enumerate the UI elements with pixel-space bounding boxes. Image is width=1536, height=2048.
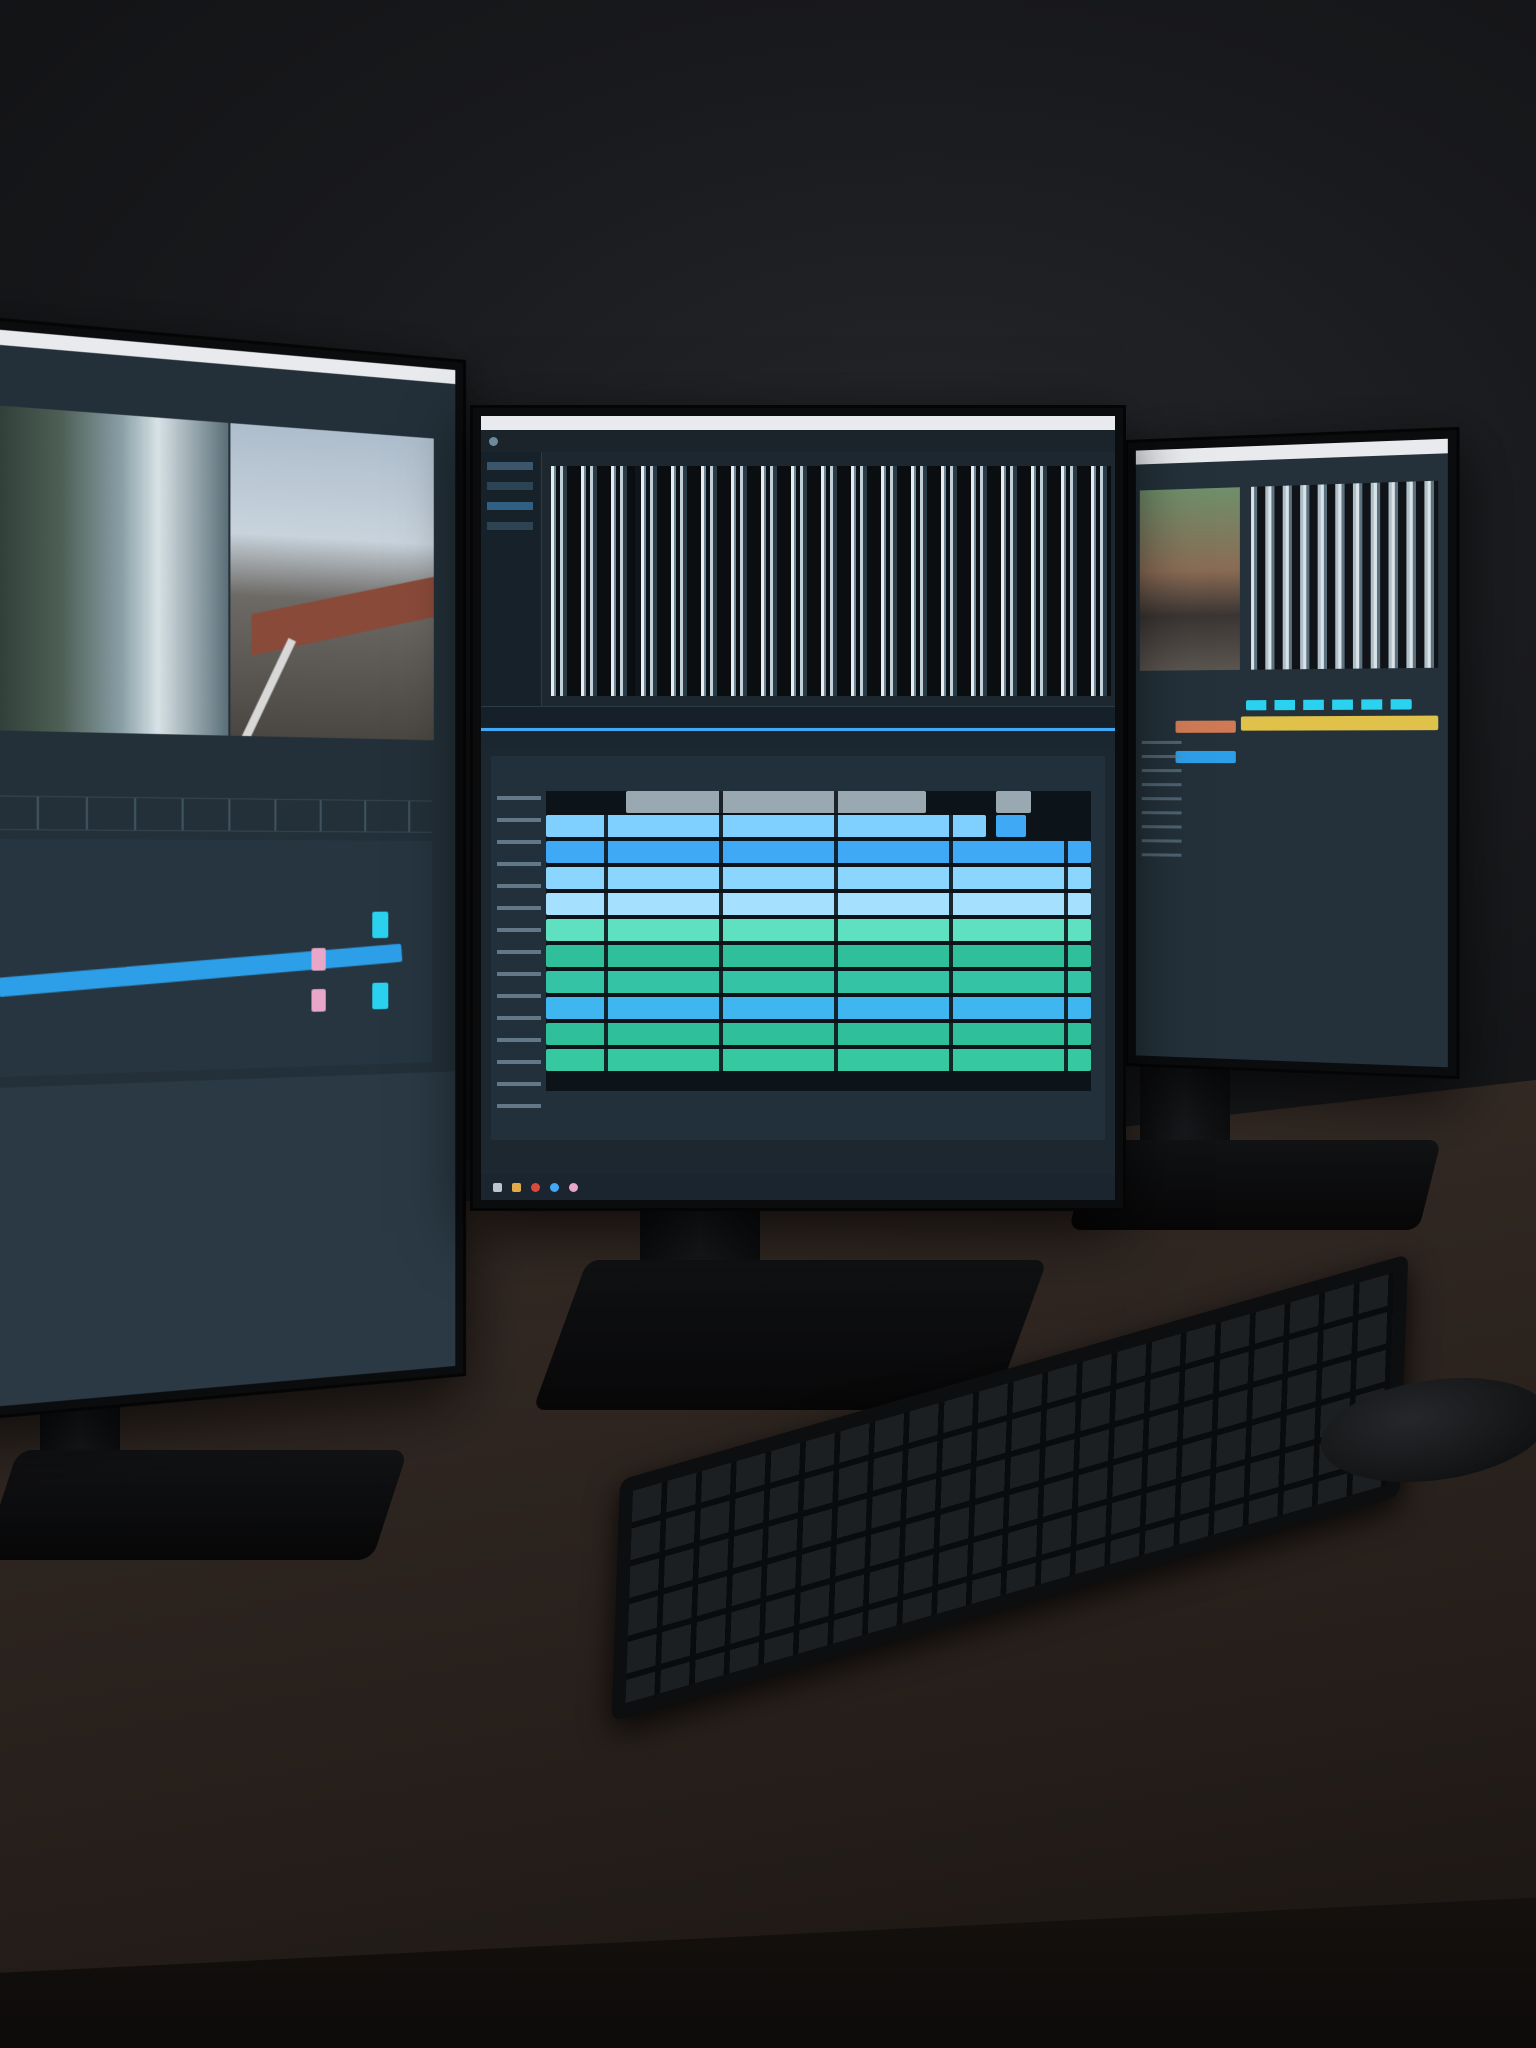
center-menubar [481, 430, 1115, 452]
right-yellow-clip[interactable] [1241, 716, 1438, 731]
side-panel-row[interactable] [487, 462, 533, 470]
left-preview-road-line [236, 638, 296, 740]
side-panel-row[interactable] [487, 482, 533, 490]
taskbar-app-icon[interactable] [569, 1183, 578, 1192]
left-bottom-panel [0, 1071, 455, 1410]
left-cyan-marker-2[interactable] [372, 983, 388, 1010]
right-orange-clip[interactable] [1176, 721, 1236, 733]
app-logo-icon [489, 437, 498, 446]
right-monitor-screen [1136, 439, 1448, 1068]
center-titlebar [481, 416, 1115, 430]
center-taskbar [481, 1174, 1115, 1200]
left-monitor-screen [0, 326, 455, 1411]
center-viewer-footer [481, 706, 1115, 727]
center-timeline-toolbar [481, 732, 1115, 750]
center-viewer-stripes [551, 466, 1111, 696]
taskbar-folder-icon[interactable] [512, 1183, 521, 1192]
left-pink-marker-2[interactable] [311, 989, 325, 1012]
taskbar-app-icon[interactable] [550, 1183, 559, 1192]
side-panel-row[interactable] [487, 522, 533, 530]
center-accent-line [481, 728, 1115, 731]
left-preview-fence [251, 577, 433, 656]
timeline-clips [546, 791, 1091, 1091]
timeline-gaps [546, 791, 1091, 1091]
left-preview-road [230, 423, 433, 740]
left-cyan-marker-1[interactable] [372, 912, 388, 939]
center-timeline-panel [491, 756, 1105, 1140]
right-preview-people [1140, 487, 1240, 671]
timeline-track-labels [497, 796, 541, 1116]
taskbar-browser-icon[interactable] [531, 1183, 540, 1192]
left-monitor [0, 312, 466, 1423]
right-preview-stripes [1251, 481, 1438, 670]
right-blue-clip[interactable] [1176, 751, 1236, 763]
center-monitor-screen [481, 416, 1115, 1200]
right-cyan-chip-row [1246, 699, 1412, 710]
right-titlebar [1136, 439, 1448, 465]
right-monitor [1125, 427, 1460, 1079]
taskbar-start-icon[interactable] [493, 1183, 502, 1192]
side-panel-row[interactable] [487, 502, 533, 510]
left-preview-glass [0, 405, 228, 736]
center-monitor [470, 405, 1126, 1211]
left-pink-marker-1[interactable] [311, 948, 325, 971]
right-track-labels [1142, 741, 1182, 862]
left-monitor-stand-base [0, 1450, 408, 1560]
left-ruler [0, 795, 432, 833]
center-side-panel [481, 452, 542, 712]
